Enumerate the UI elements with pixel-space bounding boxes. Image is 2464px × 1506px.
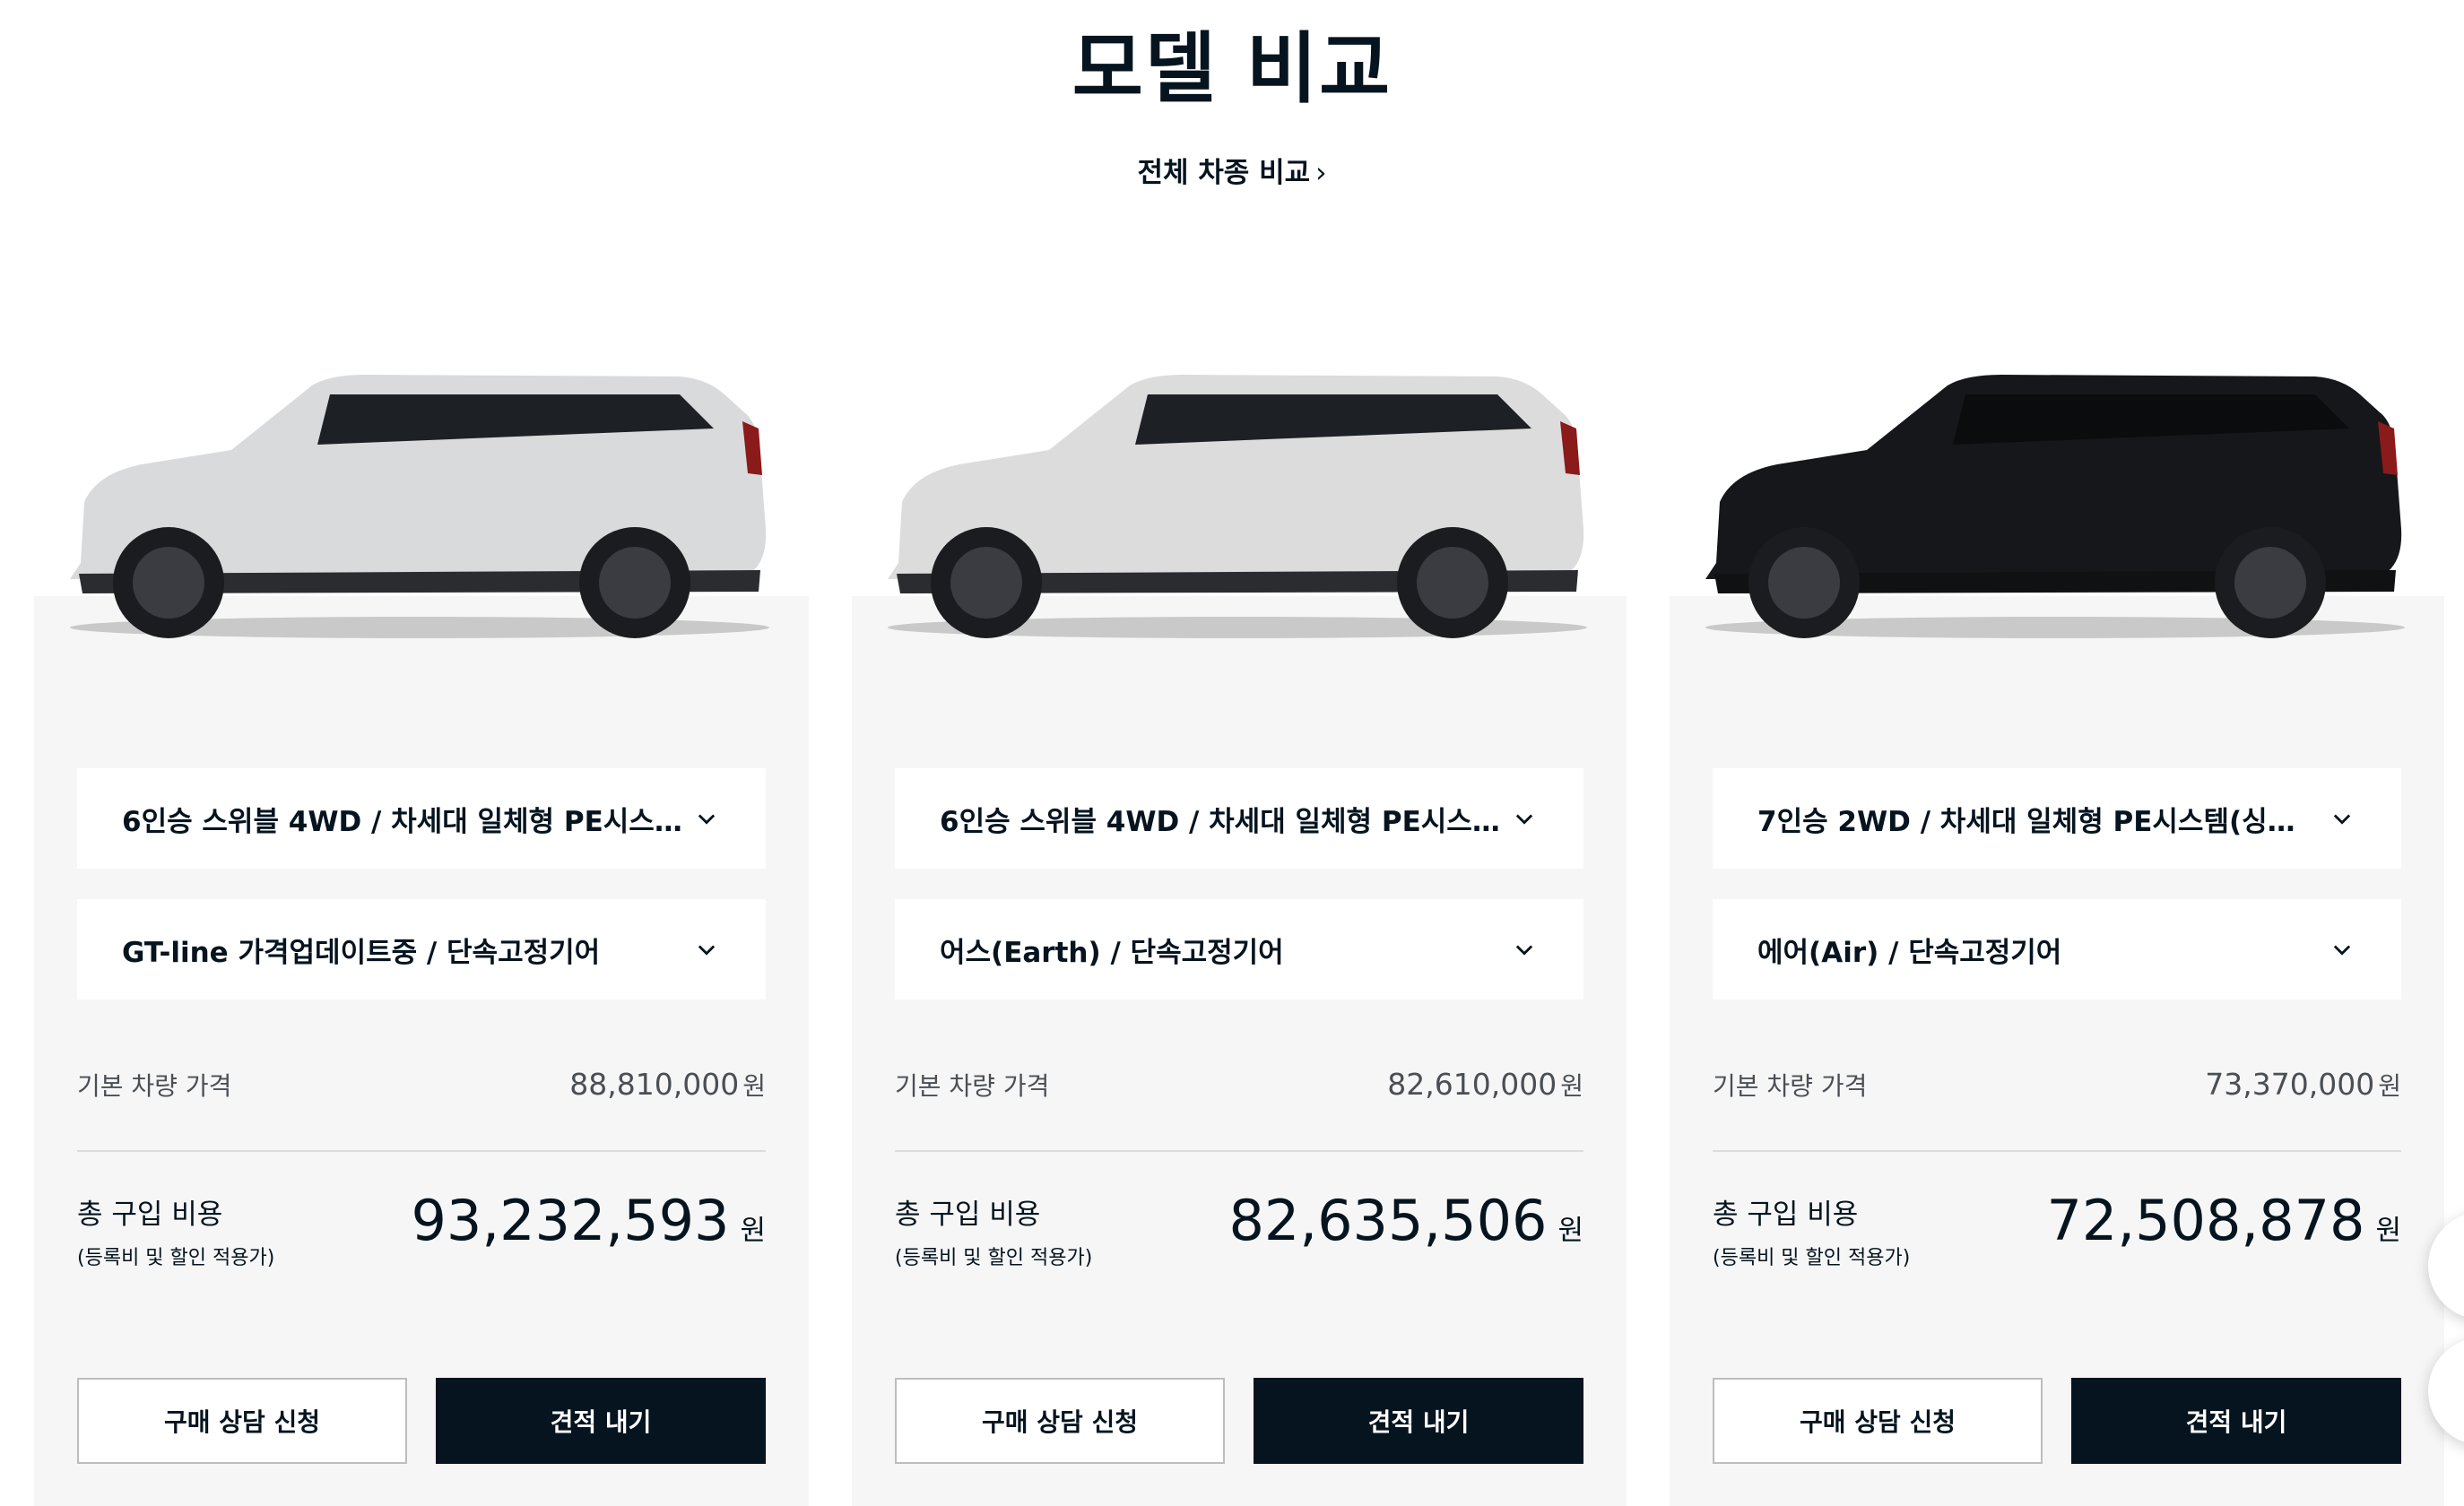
chevron-down-icon <box>698 945 716 956</box>
base-price-number: 88,810,000 <box>569 1067 740 1102</box>
total-cost-note: (등록비 및 할인 적용가) <box>1713 1247 1911 1269</box>
total-cost-note: (등록비 및 할인 적용가) <box>895 1247 1093 1269</box>
base-price-unit: 원 <box>1560 1071 1583 1101</box>
total-cost-number: 93,232,593 <box>411 1188 730 1253</box>
purchase-consult-button[interactable]: 구매 상담 신청 <box>77 1378 407 1464</box>
car-image-3 <box>1696 359 2414 645</box>
total-cost-unit: 원 <box>740 1215 766 1247</box>
chevron-down-icon <box>2333 945 2351 956</box>
car-image-2 <box>879 359 1596 645</box>
model-compare-page: 모델 비교 전체 차종 비교 › 6인승 스위블 4WD / 차세대 일체형 PE… <box>0 0 2464 1506</box>
car-image-1 <box>61 359 778 645</box>
divider <box>1713 1150 2401 1152</box>
grade-select[interactable]: 어스(Earth) / 단속고정기어 <box>895 899 1583 1000</box>
grade-select-value: GT-line 가격업데이트중 / 단속고정기어 <box>122 936 601 969</box>
divider <box>895 1150 1583 1152</box>
model-card-2: 6인승 스위블 4WD / 차세대 일체형 PE시스... 어스(Earth) … <box>852 596 1627 1506</box>
trim-select-value: 7인승 2WD / 차세대 일체형 PE시스템(싱글... <box>1757 805 2321 838</box>
purchase-consult-button[interactable]: 구매 상담 신청 <box>1713 1378 2043 1464</box>
base-price-row: 기본 차량 가격 73,370,000 원 <box>1713 1062 2401 1107</box>
get-quote-button[interactable]: 견적 내기 <box>2071 1378 2401 1464</box>
base-price-label: 기본 차량 가격 <box>895 1071 1050 1101</box>
suv-illustration <box>1705 375 2405 638</box>
base-price-number: 73,370,000 <box>2205 1067 2375 1102</box>
trim-select-value: 6인승 스위블 4WD / 차세대 일체형 PE시스... <box>122 805 685 838</box>
total-cost-unit: 원 <box>1557 1215 1583 1247</box>
trim-select[interactable]: 6인승 스위블 4WD / 차세대 일체형 PE시스... <box>895 768 1583 869</box>
total-cost-value: 93,232,593 원 <box>411 1188 766 1253</box>
grade-select-value: 어스(Earth) / 단속고정기어 <box>940 936 1284 969</box>
suv-illustration <box>70 375 769 638</box>
total-cost-label: 총 구입 비용 <box>77 1199 223 1231</box>
total-cost-number: 72,508,878 <box>2046 1188 2365 1253</box>
model-card-1: 6인승 스위블 4WD / 차세대 일체형 PE시스... GT-line 가격… <box>34 596 809 1506</box>
page-title: 모델 비교 <box>1071 24 1393 114</box>
grade-select[interactable]: GT-line 가격업데이트중 / 단속고정기어 <box>77 899 766 1000</box>
base-price-number: 82,610,000 <box>1387 1067 1557 1102</box>
trim-select-value: 6인승 스위블 4WD / 차세대 일체형 PE시스... <box>940 805 1503 838</box>
chevron-down-icon <box>698 814 716 825</box>
compare-all-link[interactable]: 전체 차종 비교 › <box>0 151 2464 195</box>
grade-select-value: 에어(Air) / 단속고정기어 <box>1757 936 2062 969</box>
base-price-label: 기본 차량 가격 <box>1713 1071 1868 1101</box>
total-cost-number: 82,635,506 <box>1228 1188 1548 1253</box>
get-quote-button[interactable]: 견적 내기 <box>436 1378 766 1464</box>
chevron-down-icon <box>1515 814 1533 825</box>
chevron-down-icon <box>1515 945 1533 956</box>
base-price-value: 73,370,000 원 <box>2205 1067 2401 1103</box>
model-card-3: 7인승 2WD / 차세대 일체형 PE시스템(싱글... 에어(Air) / … <box>1670 596 2444 1506</box>
base-price-row: 기본 차량 가격 82,610,000 원 <box>895 1062 1583 1107</box>
chevron-right-icon: › <box>1315 157 1327 189</box>
compare-all-label: 전체 차종 비교 <box>1137 157 1311 189</box>
suv-illustration <box>888 375 1587 638</box>
base-price-unit: 원 <box>2378 1071 2401 1101</box>
base-price-label: 기본 차량 가격 <box>77 1071 232 1101</box>
total-cost-note: (등록비 및 할인 적용가) <box>77 1247 275 1269</box>
base-price-value: 82,610,000 원 <box>1387 1067 1583 1103</box>
divider <box>77 1150 766 1152</box>
base-price-unit: 원 <box>742 1071 766 1101</box>
purchase-consult-button[interactable]: 구매 상담 신청 <box>895 1378 1225 1464</box>
get-quote-button[interactable]: 견적 내기 <box>1254 1378 1583 1464</box>
total-cost-label: 총 구입 비용 <box>1713 1199 1859 1231</box>
grade-select[interactable]: 에어(Air) / 단속고정기어 <box>1713 899 2401 1000</box>
base-price-row: 기본 차량 가격 88,810,000 원 <box>77 1062 766 1107</box>
chevron-down-icon <box>2333 814 2351 825</box>
base-price-value: 88,810,000 원 <box>569 1067 766 1103</box>
total-cost-value: 82,635,506 원 <box>1228 1188 1583 1253</box>
trim-select[interactable]: 6인승 스위블 4WD / 차세대 일체형 PE시스... <box>77 768 766 869</box>
total-cost-label: 총 구입 비용 <box>895 1199 1041 1231</box>
trim-select[interactable]: 7인승 2WD / 차세대 일체형 PE시스템(싱글... <box>1713 768 2401 869</box>
total-cost-value: 72,508,878 원 <box>2046 1188 2401 1253</box>
total-cost-unit: 원 <box>2375 1215 2401 1247</box>
